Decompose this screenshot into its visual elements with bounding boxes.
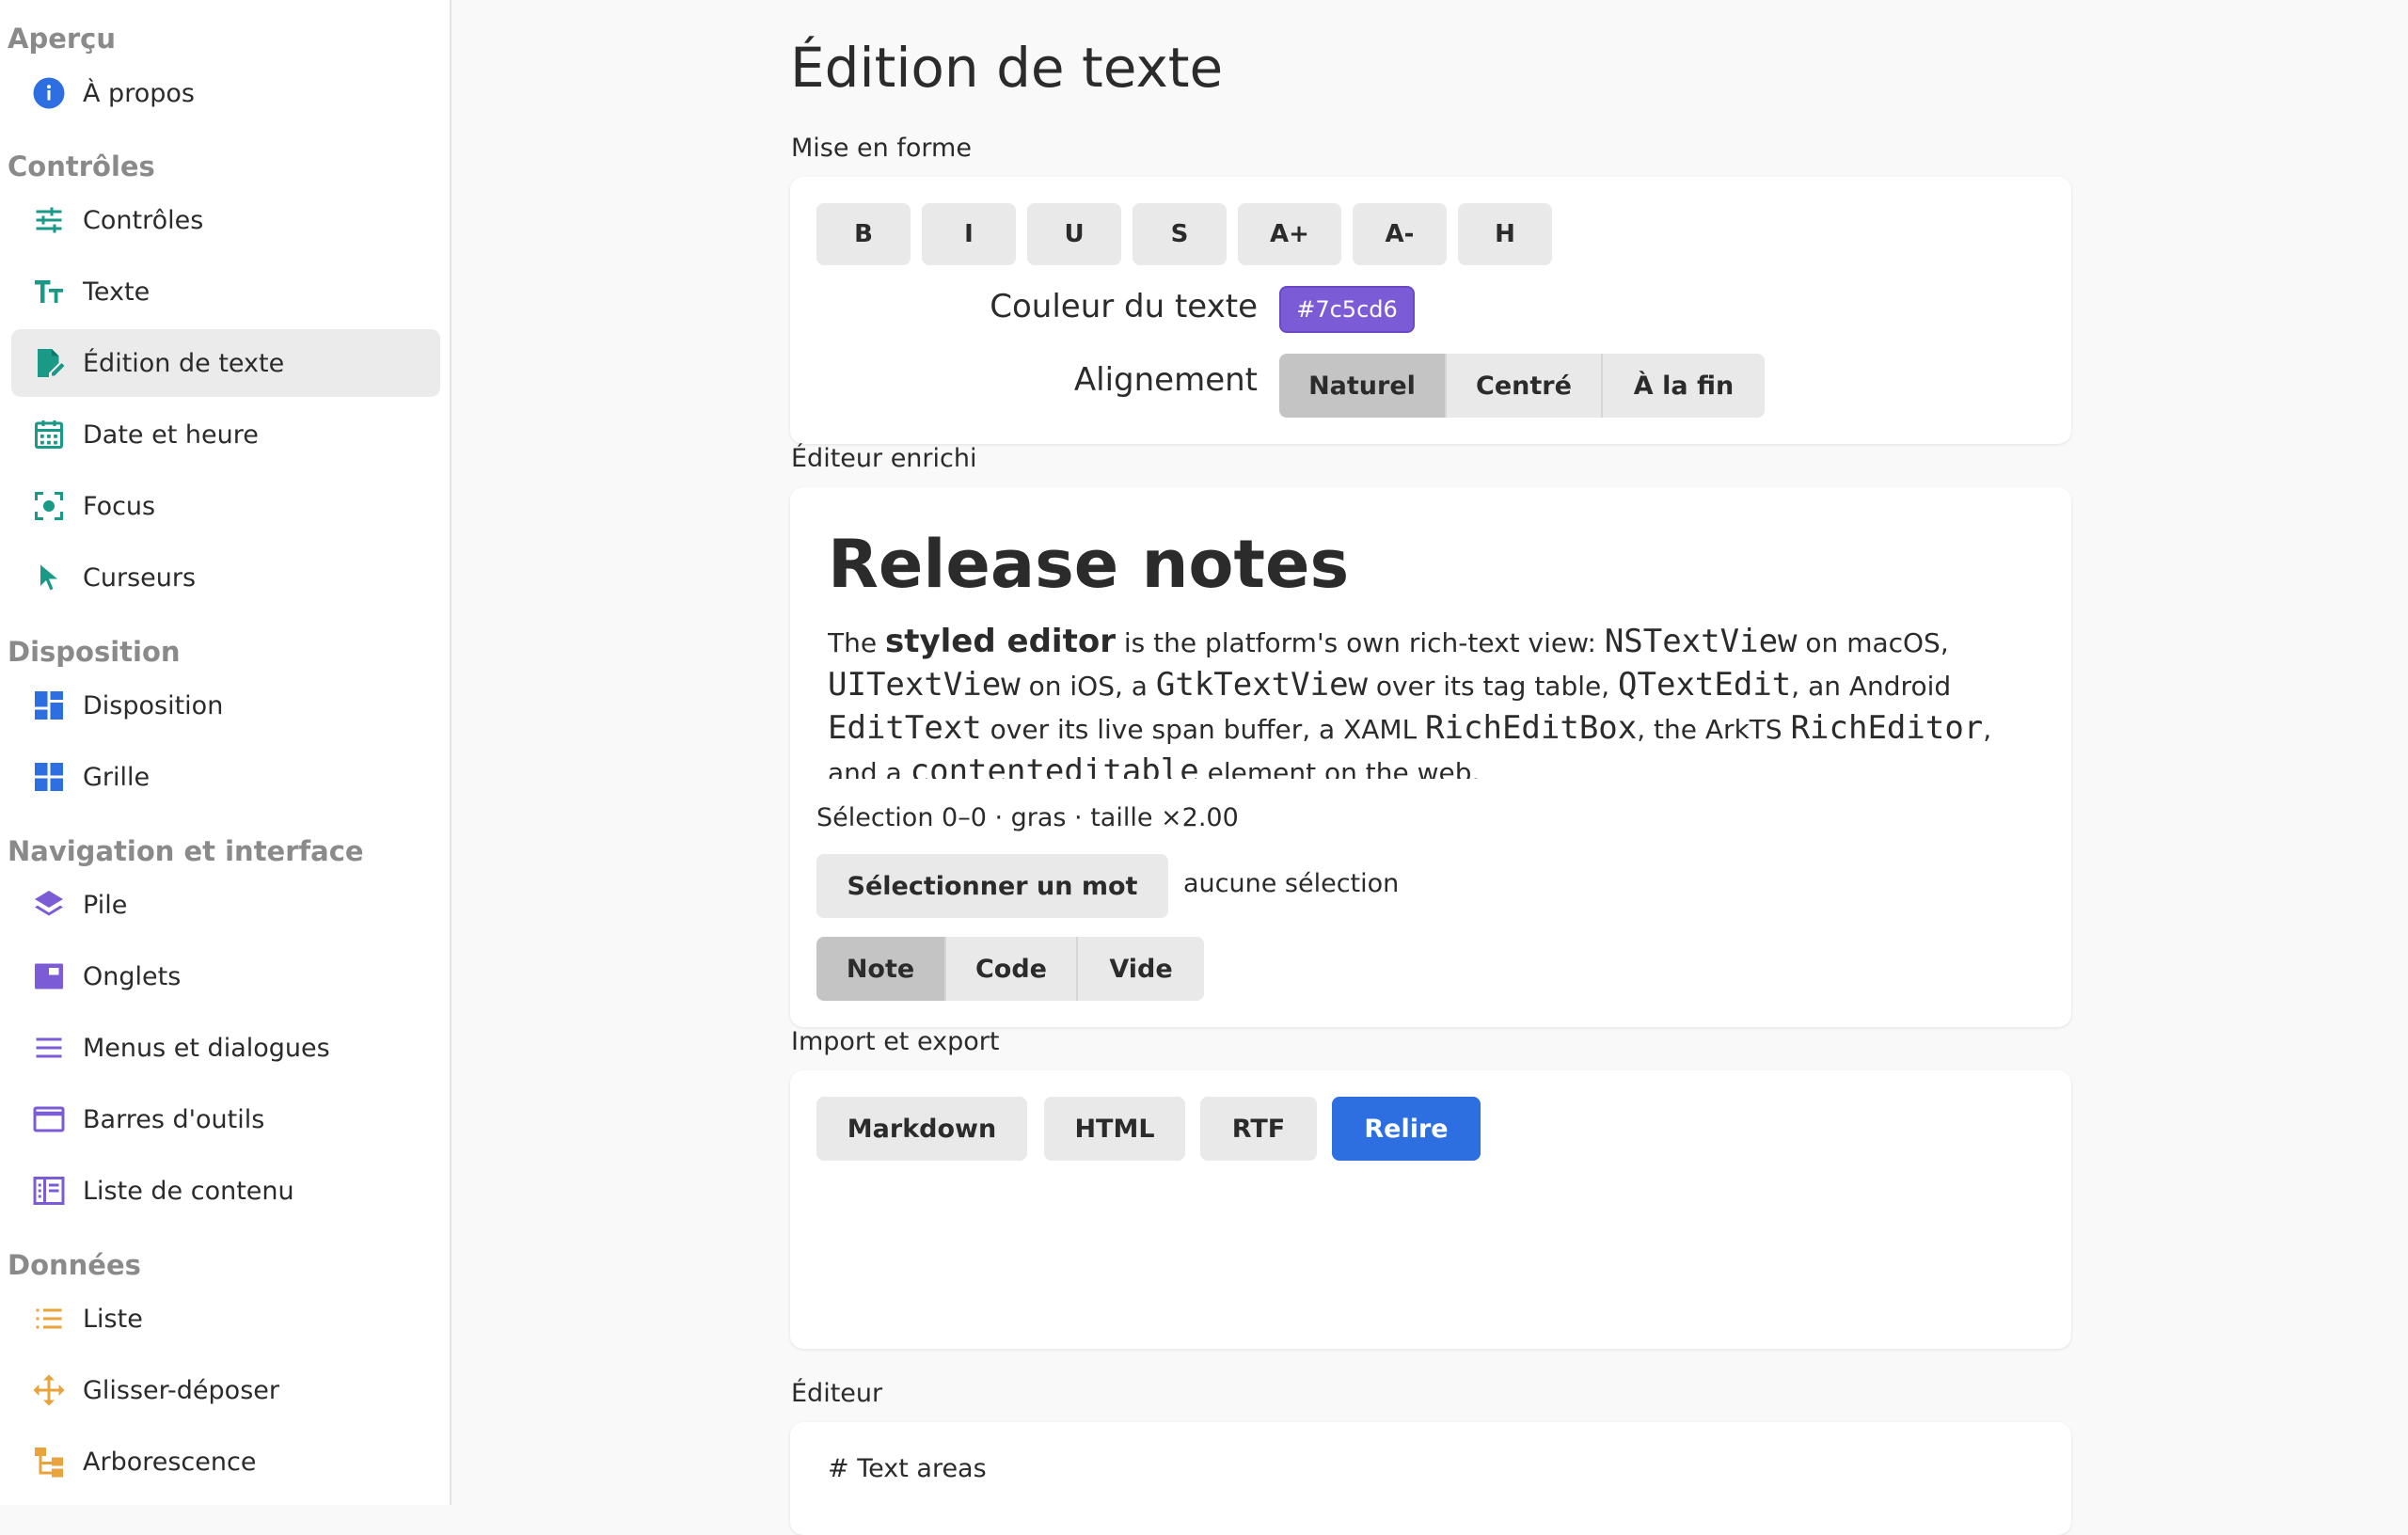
sidebar-item-label: Date et heure <box>83 419 259 450</box>
grid-icon <box>30 758 68 796</box>
preset-segmented-control: Note Code Vide <box>816 937 1204 1001</box>
sidebar-item-label: À propos <box>83 78 195 108</box>
alignment-segmented-control: Naturel Centré À la fin <box>1279 354 1765 418</box>
decrease-size-button[interactable]: A- <box>1353 203 1447 265</box>
preset-code-button[interactable]: Code <box>946 937 1078 1001</box>
export-markdown-button[interactable]: Markdown <box>816 1097 1027 1161</box>
sliders-icon <box>30 201 68 239</box>
menu-icon <box>30 1029 68 1067</box>
formatting-group-label: Mise en forme <box>791 134 972 163</box>
sidebar-item-liste-de-contenu[interactable]: Liste de contenu <box>11 1157 440 1225</box>
section-title-donnees: Données <box>8 1249 141 1281</box>
sidebar-item-liste[interactable]: Liste <box>11 1285 440 1353</box>
strikethrough-button[interactable]: S <box>1133 203 1227 265</box>
section-title-controles: Contrôles <box>8 150 155 182</box>
sidebar-item-disposition[interactable]: Disposition <box>11 672 440 739</box>
sidebar-item-label: Focus <box>83 491 156 521</box>
text-size-icon <box>30 273 68 310</box>
sidebar-item-pile[interactable]: Pile <box>11 871 440 939</box>
section-title-disposition: Disposition <box>8 636 181 668</box>
split-view-icon <box>30 1172 68 1210</box>
plain-text-editor[interactable]: # Text areas <box>828 1454 987 1483</box>
text-color-picker[interactable]: #7c5cd6 <box>1279 286 1415 333</box>
sidebar-item-label: Barres d'outils <box>83 1104 265 1134</box>
list-icon <box>30 1300 68 1337</box>
sidebar-item-focus[interactable]: Focus <box>11 472 440 540</box>
reload-button[interactable]: Relire <box>1332 1097 1481 1161</box>
rich-text-editor[interactable]: Release notes The styled editor is the p… <box>828 506 2051 779</box>
sidebar-item-menus-et-dialogues[interactable]: Menus et dialogues <box>11 1014 440 1082</box>
page-title: Édition de texte <box>790 36 1224 100</box>
move-icon <box>30 1371 68 1409</box>
heading-button[interactable]: H <box>1458 203 1552 265</box>
edit-document-icon <box>30 344 68 382</box>
sidebar-item-curseurs[interactable]: Curseurs <box>11 544 440 611</box>
sidebar-item-barres-d-outils[interactable]: Barres d'outils <box>11 1085 440 1153</box>
import-export-card: Markdown HTML RTF Relire <box>790 1070 2071 1349</box>
calendar-icon <box>30 416 68 453</box>
formatting-card: B I U S A+ A- H Couleur du texte #7c5cd6… <box>790 177 2071 444</box>
sidebar-item-date-et-heure[interactable]: Date et heure <box>11 401 440 468</box>
sidebar-item-label: Arborescence <box>83 1447 257 1477</box>
rich-editor-heading: Release notes <box>828 526 1350 603</box>
export-html-button[interactable]: HTML <box>1044 1097 1185 1161</box>
rich-editor-card: Release notes The styled editor is the p… <box>790 487 2071 1027</box>
sidebar-item-label: Contrôles <box>83 205 204 235</box>
increase-size-button[interactable]: A+ <box>1238 203 1341 265</box>
sidebar-item-edition-de-texte[interactable]: Édition de texte <box>11 329 440 397</box>
sidebar-item-arborescence[interactable]: Arborescence <box>11 1428 440 1495</box>
import-export-group-label: Import et export <box>791 1027 1000 1056</box>
text-color-label: Couleur du texte <box>990 288 1258 325</box>
tabs-icon <box>30 957 68 995</box>
select-word-button[interactable]: Sélectionner un mot <box>816 854 1168 918</box>
italic-button[interactable]: I <box>922 203 1016 265</box>
sidebar-item-label: Curseurs <box>83 562 197 593</box>
sidebar: Aperçu À propos Contrôles Contrôles Text… <box>0 0 452 1505</box>
sidebar-item-label: Onglets <box>83 961 182 991</box>
sidebar-item-controles[interactable]: Contrôles <box>11 186 440 254</box>
align-center-button[interactable]: Centré <box>1447 354 1603 418</box>
sidebar-item-label: Édition de texte <box>83 348 285 378</box>
sidebar-item-onglets[interactable]: Onglets <box>11 942 440 1010</box>
window-icon <box>30 1100 68 1138</box>
sidebar-item-label: Liste de contenu <box>83 1176 294 1206</box>
tree-icon <box>30 1443 68 1480</box>
sidebar-item-texte[interactable]: Texte <box>11 258 440 325</box>
sidebar-item-glisser-deposer[interactable]: Glisser-déposer <box>11 1356 440 1424</box>
sidebar-item-label: Texte <box>83 277 150 307</box>
sidebar-item-label: Grille <box>83 762 150 792</box>
selection-value: aucune sélection <box>1183 869 1400 898</box>
section-title-apercu: Aperçu <box>8 23 117 55</box>
sidebar-item-label: Menus et dialogues <box>83 1033 330 1063</box>
sidebar-item-label: Disposition <box>83 690 224 720</box>
bold-button[interactable]: B <box>816 203 911 265</box>
sidebar-item-label: Pile <box>83 890 128 920</box>
editor-card: # Text areas <box>790 1422 2071 1535</box>
sidebar-item-a-propos[interactable]: À propos <box>11 59 440 127</box>
sidebar-item-label: Glisser-déposer <box>83 1375 279 1405</box>
underline-button[interactable]: U <box>1027 203 1121 265</box>
sidebar-item-label: Liste <box>83 1304 143 1334</box>
export-rtf-button[interactable]: RTF <box>1200 1097 1317 1161</box>
rich-editor-group-label: Éditeur enrichi <box>791 444 977 473</box>
focus-icon <box>30 487 68 525</box>
selection-status: Sélection 0–0 · gras · taille ×2.00 <box>816 803 1239 832</box>
dashboard-icon <box>30 687 68 724</box>
preset-empty-button[interactable]: Vide <box>1078 937 1204 1001</box>
align-natural-button[interactable]: Naturel <box>1279 354 1447 418</box>
alignment-label: Alignement <box>1073 361 1258 399</box>
info-icon <box>30 74 68 112</box>
section-title-navigation: Navigation et interface <box>8 835 364 867</box>
editor-group-label: Éditeur <box>791 1379 883 1408</box>
pointer-icon <box>30 559 68 596</box>
align-end-button[interactable]: À la fin <box>1603 354 1765 418</box>
rich-editor-body: The styled editor is the platform's own … <box>828 623 1992 779</box>
sidebar-item-grille[interactable]: Grille <box>11 743 440 811</box>
preset-note-button[interactable]: Note <box>816 937 946 1001</box>
layers-icon <box>30 886 68 924</box>
